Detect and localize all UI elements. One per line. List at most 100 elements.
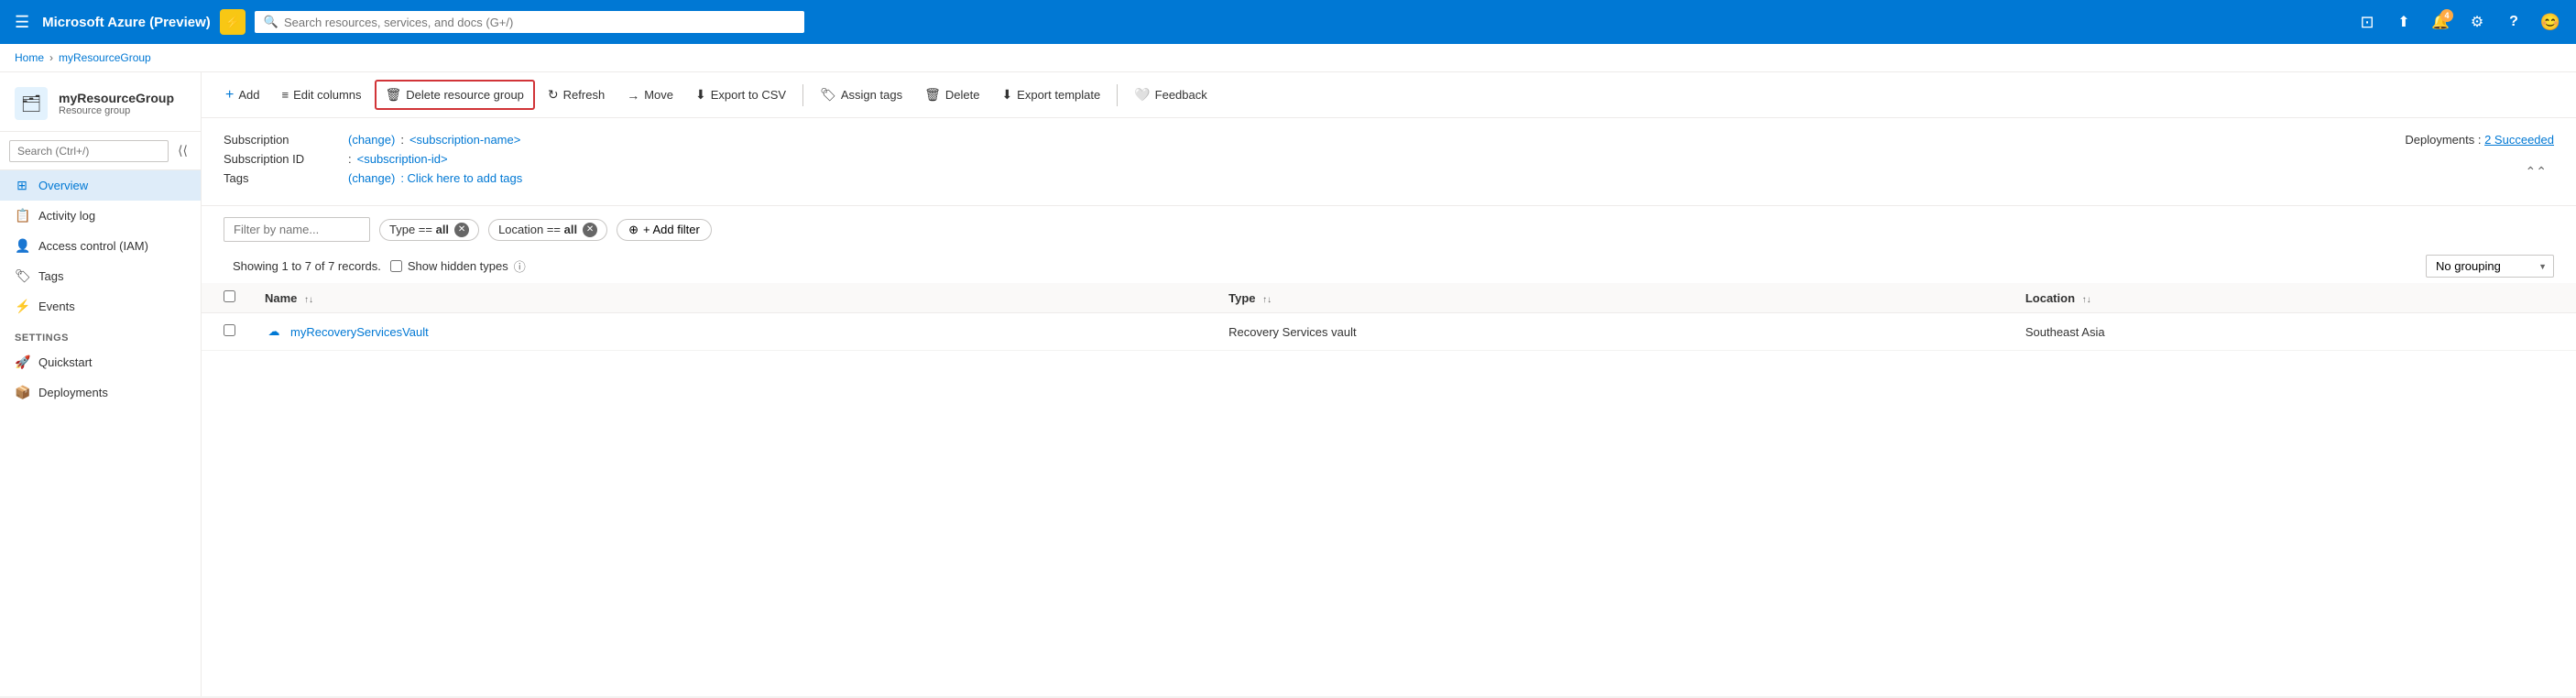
feedback-button[interactable]: 🤍 Feedback — [1125, 82, 1217, 108]
grouping-select[interactable]: No grouping Resource type Location Resou… — [2426, 255, 2554, 278]
show-hidden-checkbox[interactable] — [390, 260, 402, 272]
settings-section-title: Settings — [0, 322, 201, 347]
details-collapse-btn[interactable]: ⌃⌃ — [2518, 160, 2554, 183]
warning-icon: ⚡ — [220, 9, 246, 35]
show-hidden-label[interactable]: Show hidden types ⓘ — [390, 257, 526, 275]
table-body: ☁ myRecoveryServicesVault Recovery Servi… — [202, 313, 2576, 351]
settings-icon[interactable]: ⚙ — [2462, 7, 2492, 37]
subscription-change-link[interactable]: (change) — [348, 133, 395, 147]
delete-resource-group-button[interactable]: 🗑 Delete resource group — [375, 80, 535, 110]
sidebar-header: 🗂 myResourceGroup Resource group — [0, 72, 201, 132]
move-button[interactable]: → Move — [617, 82, 682, 108]
tags-change-link[interactable]: (change) — [348, 171, 395, 185]
add-filter-button[interactable]: ⊕ + Add filter — [617, 219, 712, 241]
deployments-value-link[interactable]: 2 Succeeded — [2484, 133, 2554, 147]
toolbar-divider-2 — [1117, 84, 1118, 106]
grouping-wrapper: No grouping Resource type Location Resou… — [2426, 255, 2554, 278]
resource-name-link[interactable]: ☁ myRecoveryServicesVault — [265, 322, 1184, 341]
export-csv-button[interactable]: ⬇ Export to CSV — [686, 82, 795, 108]
add-icon: + — [225, 87, 234, 104]
user-avatar[interactable]: 😊 — [2536, 7, 2565, 37]
search-icon: 🔍 — [264, 15, 278, 29]
location-col-header[interactable]: Location ↑↓ — [2003, 283, 2576, 313]
type-filter-close[interactable]: ✕ — [454, 223, 469, 237]
search-box[interactable]: 🔍 — [255, 11, 804, 33]
sidebar-item-access-control[interactable]: 👤 Access control (IAM) — [0, 231, 201, 261]
location-filter-close[interactable]: ✕ — [583, 223, 597, 237]
sidebar-item-label: Activity log — [38, 209, 95, 223]
toolbar-divider-1 — [802, 84, 803, 106]
subscription-name-link[interactable]: <subscription-name> — [409, 133, 520, 147]
add-tags-link[interactable]: : Click here to add tags — [400, 171, 522, 185]
sidebar-search: ⟨⟨ — [0, 132, 201, 170]
export-template-button[interactable]: ⬇ Export template — [992, 82, 1109, 108]
notifications-icon[interactable]: 🔔 4 — [2426, 7, 2455, 37]
subscription-id-link[interactable]: <subscription-id> — [357, 152, 448, 166]
help-icon[interactable]: ? — [2499, 7, 2528, 37]
sidebar-collapse-btn[interactable]: ⟨⟨ — [174, 139, 191, 162]
refresh-icon: ↻ — [548, 87, 559, 103]
name-col-header[interactable]: Name ↑↓ — [243, 283, 1206, 313]
sidebar-item-events[interactable]: ⚡ Events — [0, 291, 201, 322]
sidebar-item-deployments[interactable]: 📦 Deployments — [0, 377, 201, 408]
events-icon: ⚡ — [15, 299, 29, 314]
edit-columns-button[interactable]: ≡ Edit columns — [272, 82, 370, 107]
feedback-icon: 🤍 — [1134, 87, 1150, 103]
location-sort-icon[interactable]: ↑↓ — [2082, 295, 2091, 305]
sidebar: 🗂 myResourceGroup Resource group ⟨⟨ ⊞ Ov… — [0, 72, 202, 696]
sidebar-item-label: Deployments — [38, 386, 108, 399]
breadcrumb-sep: › — [49, 51, 53, 64]
tags-change[interactable]: (change) — [348, 171, 395, 185]
terminal-icon[interactable]: ⊡ — [2352, 7, 2382, 37]
sidebar-item-label: Events — [38, 300, 75, 313]
sidebar-item-label: Access control (IAM) — [38, 239, 148, 253]
sidebar-item-activity-log[interactable]: 📋 Activity log — [0, 201, 201, 231]
delete-button[interactable]: 🗑 Delete — [915, 82, 988, 108]
assign-tags-icon: 🏷 — [820, 87, 836, 103]
type-filter-tag: Type == all ✕ — [379, 219, 479, 241]
delete-icon: 🗑 — [924, 87, 941, 103]
table-header: Name ↑↓ Type ↑↓ Location ↑↓ — [202, 283, 2576, 313]
name-sort-icon[interactable]: ↑↓ — [304, 295, 313, 305]
records-info: Showing 1 to 7 of 7 records. Show hidden… — [202, 249, 2576, 283]
subscription-change[interactable]: (change) — [348, 133, 395, 147]
recovery-vault-icon: ☁ — [265, 322, 283, 341]
subscription-value[interactable]: <subscription-name> — [409, 133, 520, 147]
search-input[interactable] — [284, 16, 795, 29]
sidebar-search-input[interactable] — [9, 140, 169, 162]
deployments-info: Deployments : 2 Succeeded ⌃⌃ — [2405, 133, 2554, 191]
deployments-icon: 📦 — [15, 385, 29, 400]
resource-details: Subscription (change) : <subscription-na… — [202, 118, 2576, 206]
sidebar-item-overview[interactable]: ⊞ Overview — [0, 170, 201, 201]
assign-tags-button[interactable]: 🏷 Assign tags — [811, 82, 911, 108]
select-all-checkbox[interactable] — [224, 290, 235, 302]
breadcrumb-home[interactable]: Home — [15, 51, 44, 64]
resource-name-cell: ☁ myRecoveryServicesVault — [243, 313, 1206, 351]
sidebar-nav: ⊞ Overview 📋 Activity log 👤 Access contr… — [0, 170, 201, 696]
sidebar-item-quickstart[interactable]: 🚀 Quickstart — [0, 347, 201, 377]
resource-type: Resource group — [59, 105, 174, 116]
deployments-label: Deployments : — [2405, 133, 2481, 147]
iam-icon: 👤 — [15, 238, 29, 254]
add-button[interactable]: + Add — [216, 82, 268, 109]
breadcrumb-resource-group[interactable]: myResourceGroup — [59, 51, 151, 64]
hamburger-menu[interactable]: ☰ — [11, 9, 33, 36]
move-icon: → — [627, 88, 639, 103]
row-checkbox[interactable] — [224, 324, 235, 336]
filter-name-input[interactable] — [224, 217, 370, 242]
type-col-header[interactable]: Type ↑↓ — [1206, 283, 2003, 313]
refresh-button[interactable]: ↻ Refresh — [539, 82, 614, 108]
details-left: Subscription (change) : <subscription-na… — [224, 133, 522, 191]
breadcrumb: Home › myResourceGroup — [0, 44, 2576, 72]
cloud-upload-icon[interactable]: ⬆ — [2389, 7, 2418, 37]
select-all-col — [202, 283, 243, 313]
resource-name: myResourceGroup — [59, 91, 174, 105]
type-sort-icon[interactable]: ↑↓ — [1262, 295, 1272, 305]
sidebar-item-tags[interactable]: 🏷 Tags — [0, 261, 201, 291]
add-tags-anchor[interactable]: : Click here to add tags — [400, 171, 522, 185]
app-title: Microsoft Azure (Preview) — [42, 15, 211, 30]
activity-log-icon: 📋 — [15, 208, 29, 224]
resource-location-cell: Southeast Asia — [2003, 313, 2576, 351]
subscription-id-value[interactable]: <subscription-id> — [357, 152, 448, 166]
filter-bar: Type == all ✕ Location == all ✕ ⊕ + Add … — [202, 206, 2576, 249]
